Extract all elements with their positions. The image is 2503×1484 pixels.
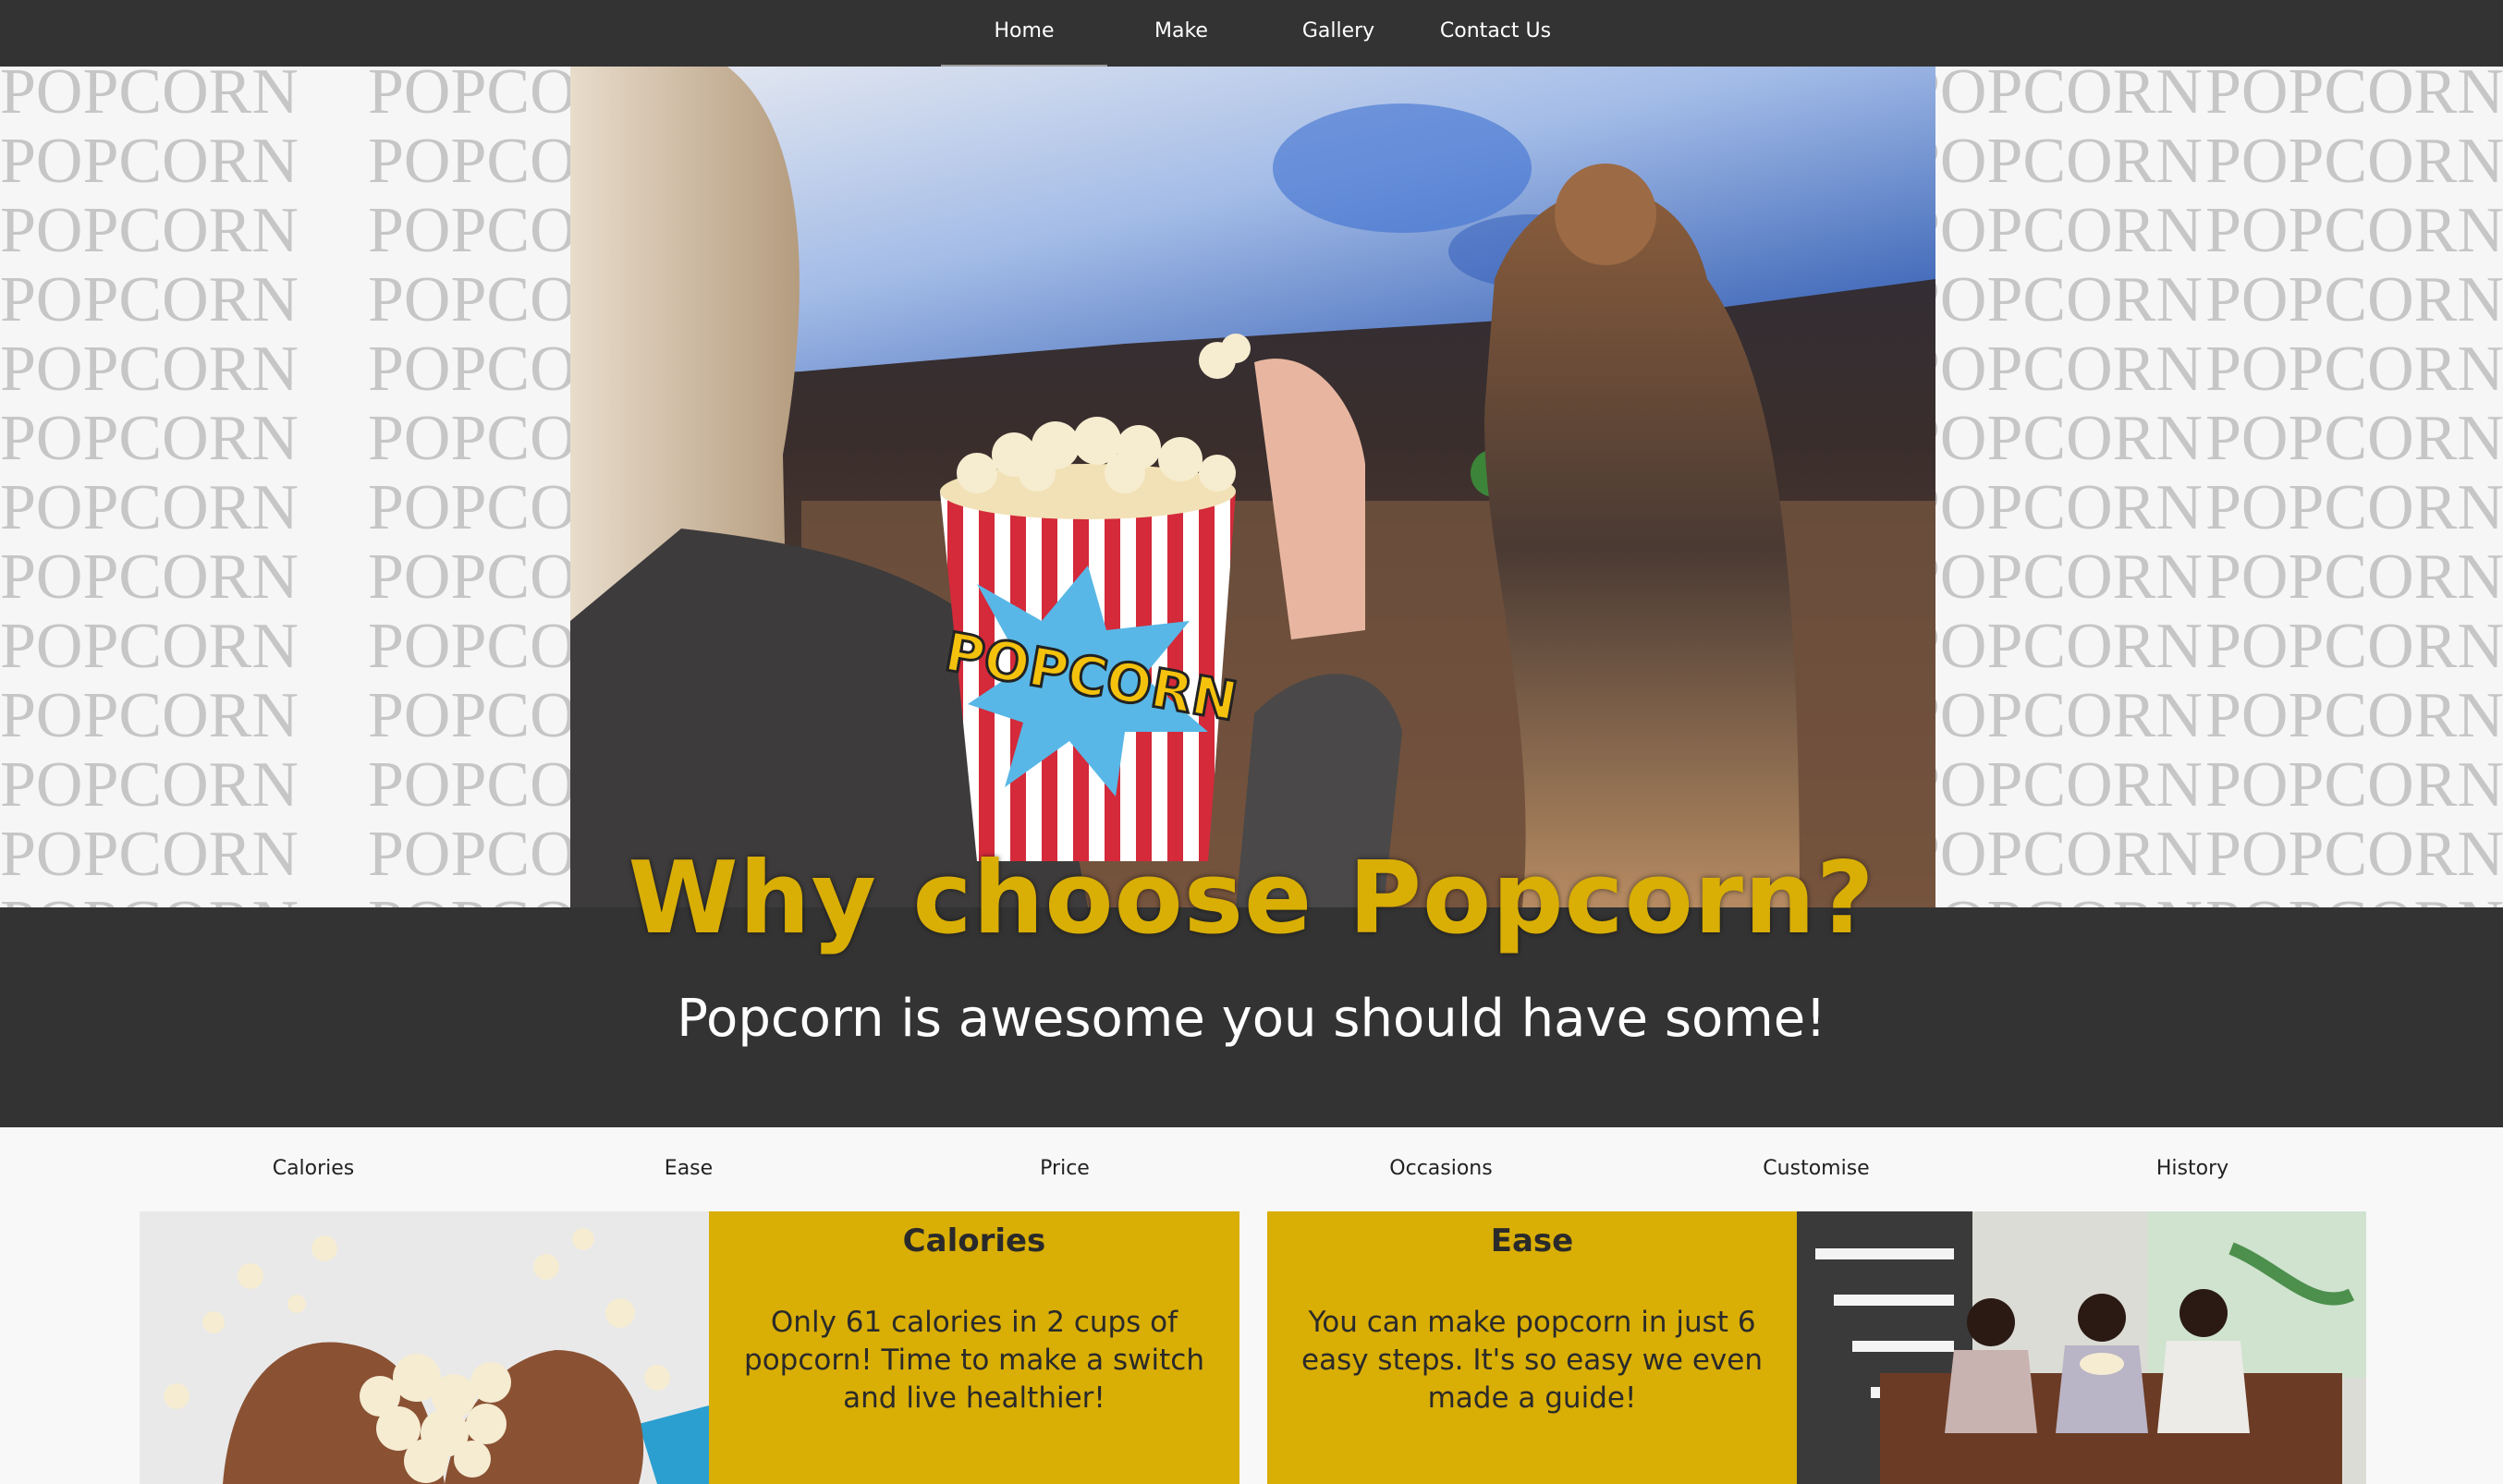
tab-customise[interactable]: Customise [1678,1157,1955,1180]
pattern-word: POPCORN [0,403,299,474]
pattern-word: POPCORN [1904,195,2203,266]
pattern-word: POPCORN [0,195,299,266]
calories-card-image [140,1211,709,1484]
pattern-word: POPCORN [1904,611,2203,682]
calories-card: Calories Only 61 calories in 2 cups of p… [709,1211,1239,1484]
nav-make-link[interactable]: Make [1126,0,1237,65]
pattern-column: POPCORN POPCORN POPCORN POPCORN POPCORN POPCO… [1904,67,2203,907]
pattern-word: POPCORN [0,67,299,128]
hero-photo: POPCORN [570,67,1935,907]
pattern-word: POPCORN [2205,541,2503,613]
pattern-word: POPCORN [0,680,299,751]
popcorn-hands-illustration [140,1211,709,1484]
nav-home-link[interactable]: Home [941,0,1107,67]
calories-card-text: Only 61 calories in 2 cups of popcorn! T… [744,1306,1204,1415]
pattern-word: POPCORN [2205,126,2503,197]
hero-photo-illustration: POPCORN [570,67,1935,907]
pattern-word: POPCORN [0,541,299,613]
ease-card: Ease You can make popcorn in just 6 easy… [1267,1211,1797,1484]
page-headline: Why choose Popcorn? [628,841,1875,956]
pattern-word: POPCORN [2205,195,2503,266]
pattern-word: POPCORN [2205,749,2503,821]
ease-card-title: Ease [1490,1222,1574,1259]
pattern-word: POPCORN [1904,334,2203,405]
pattern-word: POPCORN [0,264,299,335]
tab-price[interactable]: Price [926,1157,1203,1180]
pattern-word: POPCORN [2205,403,2503,474]
pattern-column: POPCORN POPCORN POPCORN POPCORN POPCORN POPCO… [2205,67,2503,907]
tab-history[interactable]: History [2054,1157,2331,1180]
pattern-word: POPCORN [0,334,299,405]
pattern-word: POPCORN [1904,680,2203,751]
pattern-word: POPCORN [2205,680,2503,751]
friends-sofa-illustration [1797,1211,2366,1484]
pattern-word: POPCORN [1904,67,2203,128]
pattern-word: POPCORN [0,472,299,543]
pattern-word: POPCORN [0,611,299,682]
pattern-word: POPCORN [2205,472,2503,543]
pattern-word: POPCORN [2205,264,2503,335]
pattern-word: POPCORN [1904,126,2203,197]
pattern-word: POPCORN [1904,264,2203,335]
nav-contact-link[interactable]: Contact Us [1431,0,1560,65]
top-nav: Home Make Gallery Contact Us [0,0,2503,67]
tab-ease[interactable]: Ease [550,1157,827,1180]
page-subheadline: Popcorn is awesome you should have some! [677,989,1826,1049]
calories-card-title: Calories [902,1222,1046,1259]
nav-gallery-link[interactable]: Gallery [1283,0,1394,65]
pattern-word: POPCORN [2205,67,2503,128]
pattern-word: POPCORN [1904,541,2203,613]
pattern-word: POPCORN [2205,334,2503,405]
ease-card-image [1797,1211,2366,1484]
feature-tabs: Calories Ease Price Occasions Customise … [0,1129,2503,1210]
ease-card-text: You can make popcorn in just 6 easy step… [1301,1306,1763,1415]
pattern-word: POPCORN [0,749,299,821]
tab-occasions[interactable]: Occasions [1302,1157,1580,1180]
pattern-word: POPCORN [1904,749,2203,821]
pattern-word: POPCORN [1904,472,2203,543]
hero-section: POPCORN POPCORN POPCORN POPCORN POPCORN POPCO… [0,67,2503,907]
tab-calories[interactable]: Calories [175,1157,452,1180]
pattern-word: POPCORN [1904,403,2203,474]
pattern-word: POPCORN [0,126,299,197]
pattern-column: POPCORN POPCORN POPCORN POPCORN POPCORN POPCO… [0,67,299,907]
pattern-word: POPCORN [2205,611,2503,682]
